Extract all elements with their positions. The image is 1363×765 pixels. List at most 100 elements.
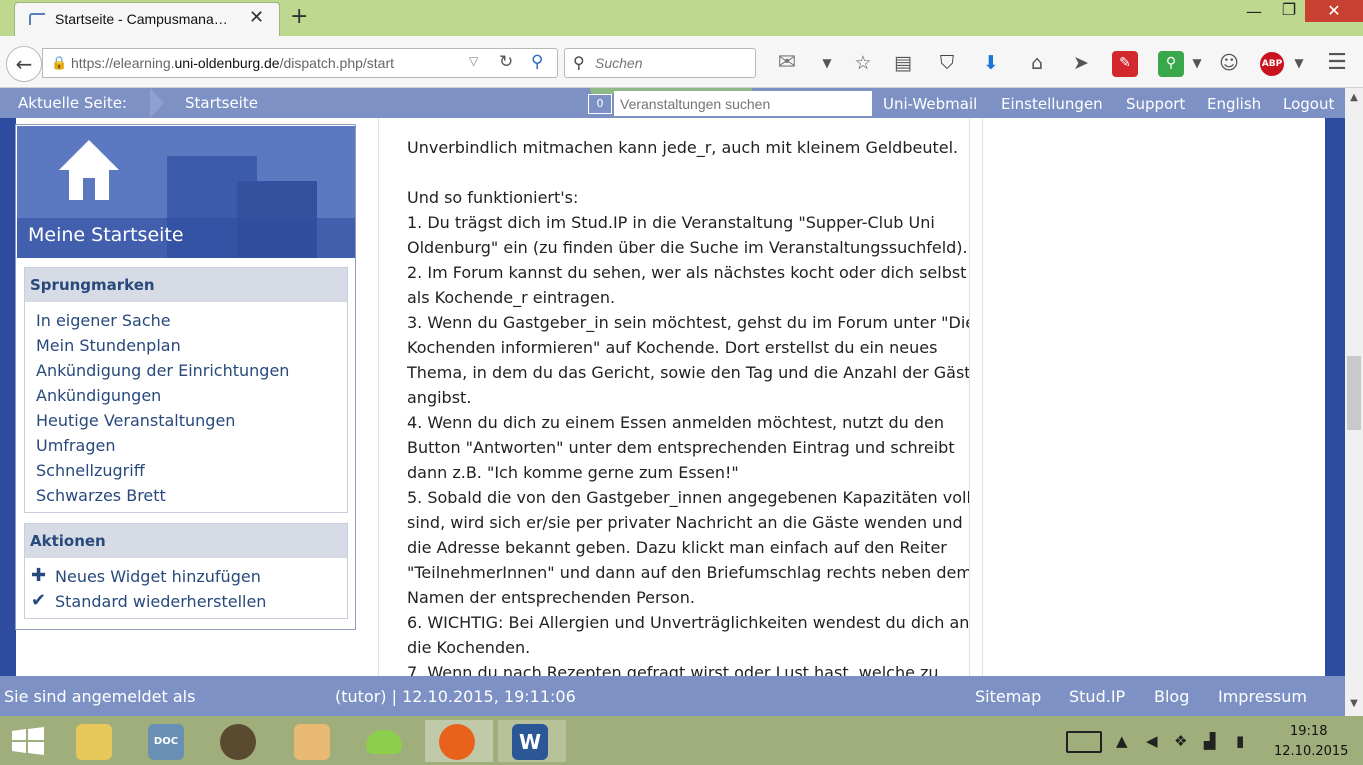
blog-link[interactable]: Blog (1154, 687, 1189, 706)
jump-link[interactable]: Ankündigung der Einrichtungen (36, 361, 289, 380)
course-count-badge: 0 (588, 94, 612, 114)
volume-icon[interactable]: ◀ (1146, 732, 1158, 750)
content-line: 1. Du trägst dich im Stud.IP in die Vera… (407, 213, 935, 232)
browser-tab[interactable]: Startseite - Campusmana… ✕ (14, 2, 280, 36)
adblock-dropdown-icon[interactable]: ▼ (1284, 50, 1314, 78)
url-search-icon[interactable]: ⚲ (531, 52, 543, 72)
jump-marks-title: Sprungmarken (25, 268, 347, 302)
settings-link[interactable]: Einstellungen (1001, 95, 1103, 113)
back-button[interactable]: ← (6, 46, 42, 82)
folder-icon (76, 724, 112, 760)
send-icon[interactable]: ➤ (1066, 50, 1096, 78)
close-window-icon[interactable]: ✕ (1305, 0, 1363, 22)
taskbar-firefox[interactable] (425, 720, 493, 762)
jump-link[interactable]: Schwarzes Brett (36, 486, 166, 505)
green-addon-icon[interactable]: ⚲ (1158, 51, 1184, 77)
touch-keyboard-icon[interactable] (1066, 731, 1102, 753)
sidebar: Meine Startseite Sprungmarken In eigener… (15, 124, 356, 630)
english-link[interactable]: English (1207, 95, 1261, 113)
content-line: Oldenburg" ein (zu finden über die Suche… (407, 238, 968, 257)
role-timestamp: (tutor) | 12.10.2015, 19:11:06 (335, 687, 576, 706)
close-tab-icon[interactable]: ✕ (249, 7, 264, 28)
breadcrumb-label: Aktuelle Seite: (18, 94, 127, 112)
search-icon: ⚲ (573, 53, 585, 72)
pocket-icon[interactable]: ⛉ (932, 50, 962, 78)
url-history-dropdown-icon[interactable]: ▽ (469, 54, 478, 68)
mail-dropdown-icon[interactable]: ▼ (812, 50, 842, 78)
sidebar-title: Meine Startseite (28, 224, 184, 246)
impressum-link[interactable]: Impressum (1218, 687, 1307, 706)
adblock-icon[interactable]: ABP (1260, 52, 1284, 76)
content-line: 6. WICHTIG: Bei Allergien und Unverträgl… (407, 613, 970, 632)
smiley-icon[interactable]: ☺ (1214, 50, 1244, 78)
new-tab-icon[interactable]: + (290, 4, 308, 29)
sync-icon[interactable]: ❖ (1174, 732, 1187, 750)
taskbar-speaker-app[interactable] (206, 720, 270, 762)
bookmark-star-icon[interactable]: ☆ (848, 50, 878, 78)
reload-icon[interactable]: ↻ (499, 52, 513, 72)
content-line: die Adresse bekannt geben. Dazu klickt m… (407, 538, 947, 557)
jump-link[interactable]: Schnellzugriff (36, 461, 145, 480)
home-icon (59, 140, 119, 200)
url-bar[interactable]: 🔒 https://elearning.uni-oldenburg.de/dis… (42, 48, 558, 78)
maximize-window-icon[interactable]: ❐ (1274, 0, 1304, 26)
scroll-up-icon[interactable]: ▲ (1345, 92, 1363, 110)
jump-link[interactable]: Ankündigungen (36, 386, 161, 405)
mail-icon[interactable]: ✉ (770, 50, 804, 78)
actions-widget: Aktionen ✚ Neues Widget hinzufügen ✔ Sta… (24, 523, 348, 619)
content-line: 5. Sobald die von den Gastgeber_innen an… (407, 488, 970, 507)
page-frame-left (0, 118, 16, 676)
plus-icon[interactable]: ✚ (31, 565, 46, 586)
taskbar-cloud-app[interactable] (352, 720, 416, 762)
clock-time[interactable]: 19:18 (1290, 724, 1327, 739)
reading-list-icon[interactable]: ▤ (888, 50, 918, 78)
uni-webmail-link[interactable]: Uni-Webmail (883, 95, 977, 113)
jump-link[interactable]: Mein Stundenplan (36, 336, 181, 355)
breadcrumb-page[interactable]: Startseite (185, 94, 258, 112)
logout-link[interactable]: Logout (1283, 95, 1334, 113)
checkmark-icon[interactable]: ✔ (31, 590, 46, 611)
jump-marks-widget: Sprungmarken In eigener Sache Mein Stund… (24, 267, 348, 513)
show-hidden-icons-icon[interactable]: ▲ (1116, 732, 1128, 750)
taskbar-photo-app[interactable] (280, 720, 344, 762)
content-line: sind, wird sich er/sie per privater Nach… (407, 513, 963, 532)
jump-link[interactable]: In eigener Sache (36, 311, 171, 330)
sitemap-link[interactable]: Sitemap (975, 687, 1041, 706)
lock-icon: 🔒 (51, 56, 68, 71)
taskbar-word[interactable]: W (498, 720, 566, 762)
support-link[interactable]: Support (1126, 95, 1185, 113)
photo-app-icon (294, 724, 330, 760)
browser-search-box[interactable]: ⚲ (564, 48, 756, 78)
studip-link[interactable]: Stud.IP (1069, 687, 1125, 706)
content-line: Thema, in dem du das Gericht, sowie den … (407, 363, 970, 382)
main-content: Unverbindlich mitmachen kann jede_r, auc… (378, 118, 970, 676)
scrollbar-thumb[interactable] (1347, 356, 1361, 430)
course-search-input[interactable] (614, 91, 872, 116)
jump-link[interactable]: Heutige Veranstaltungen (36, 411, 235, 430)
page-frame-right (1325, 118, 1345, 676)
home-icon[interactable]: ⌂ (1022, 50, 1052, 78)
hamburger-menu-icon[interactable]: ☰ (1322, 50, 1352, 78)
green-addon-dropdown-icon[interactable]: ▼ (1182, 50, 1212, 78)
network-icon[interactable]: ▟ (1204, 732, 1216, 750)
actions-title: Aktionen (25, 524, 347, 558)
url-text[interactable]: https://elearning.uni-oldenburg.de/dispa… (71, 55, 394, 71)
clock-date[interactable]: 12.10.2015 (1274, 744, 1348, 759)
add-widget-link[interactable]: Neues Widget hinzufügen (55, 567, 261, 586)
jump-link[interactable]: Umfragen (36, 436, 115, 455)
search-input[interactable] (595, 54, 745, 72)
restore-default-link[interactable]: Standard wiederherstellen (55, 592, 266, 611)
content-line: die Kochenden. (407, 638, 531, 657)
download-icon[interactable]: ⬇ (976, 50, 1006, 78)
content-line: dann z.B. "Ich komme gerne zum Essen!" (407, 463, 739, 482)
content-line: Button "Antworten" unter dem entsprechen… (407, 438, 955, 457)
battery-icon[interactable]: ▮ (1236, 732, 1244, 750)
taskbar-doc-app[interactable]: DOC (134, 720, 198, 762)
content-line: Namen der entsprechenden Person. (407, 588, 695, 607)
windows-start-icon[interactable] (0, 716, 58, 765)
minimize-window-icon[interactable]: — (1234, 2, 1274, 28)
content-line: angibst. (407, 388, 472, 407)
taskbar-explorer[interactable] (62, 720, 126, 762)
pdf-icon[interactable]: ✎ (1112, 51, 1138, 77)
scroll-down-icon[interactable]: ▼ (1345, 698, 1363, 716)
